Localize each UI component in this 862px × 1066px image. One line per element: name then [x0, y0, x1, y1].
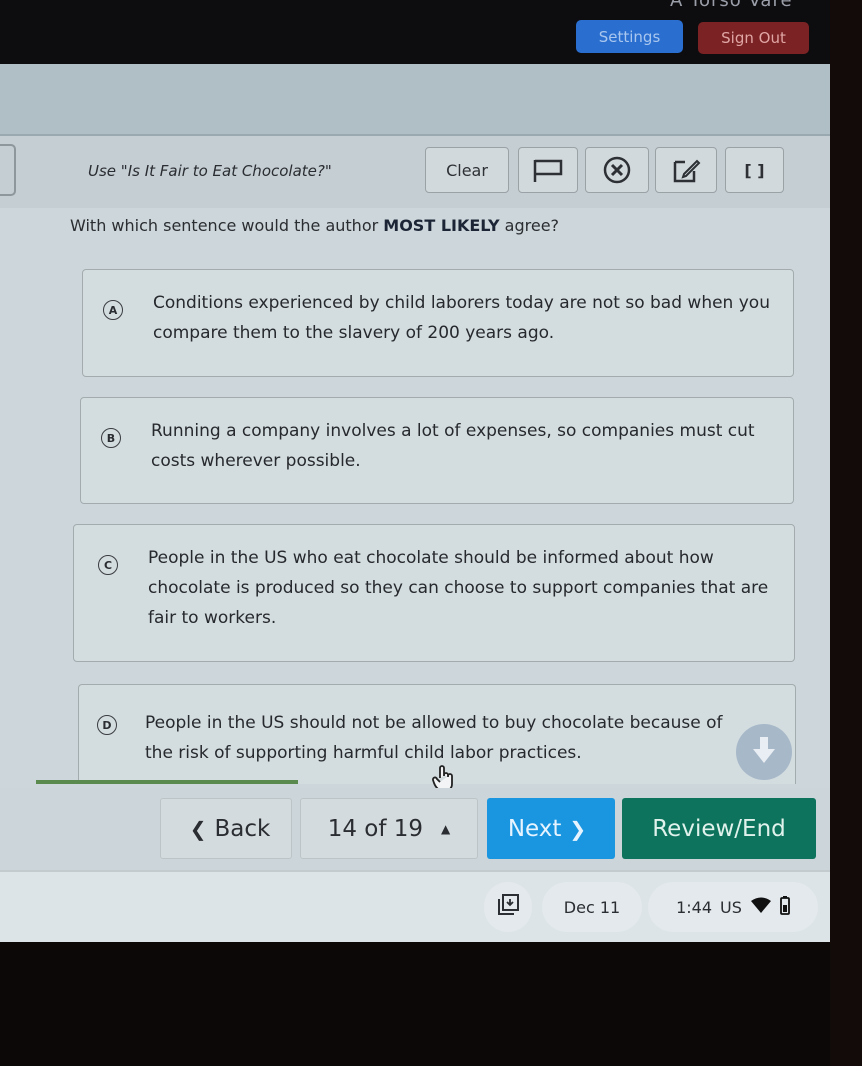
flag-icon [531, 157, 565, 183]
taskbar: Dec 11 1:44 US [0, 870, 833, 942]
caret-up-icon: ▲ [441, 821, 451, 836]
back-button[interactable]: ❮ Back [160, 798, 292, 859]
progress-bar [36, 780, 298, 784]
line-reader-icon: [ ] [744, 160, 765, 180]
question-emphasis: MOST LIKELY [383, 216, 500, 235]
line-reader-button[interactable]: [ ] [725, 147, 784, 193]
choice-letter-c: C [98, 555, 118, 575]
choice-text-a: Conditions experienced by child laborers… [153, 293, 770, 343]
time-text: 1:44 [676, 897, 713, 917]
navigation-bar: ❮ Back 14 of 19 ▲ Next ❯ Review/End [0, 788, 833, 870]
choice-text-d: People in the US should not be allowed t… [145, 713, 723, 763]
page-selector[interactable]: 14 of 19 ▲ [300, 798, 478, 859]
passage-label: Use "Is It Fair to Eat Chocolate?" [88, 162, 332, 180]
choice-letter-d: D [97, 715, 117, 735]
settings-button[interactable]: Settings [576, 20, 683, 53]
toolbar: Use "Is It Fair to Eat Chocolate?" Clear… [0, 136, 833, 208]
chevron-right-icon: ❯ [569, 816, 587, 841]
choice-b[interactable]: B Running a company involves a lot of ex… [80, 397, 794, 504]
screen-capture-button[interactable] [484, 882, 532, 932]
eliminate-button[interactable] [585, 147, 649, 193]
note-button[interactable] [655, 147, 717, 193]
locale-text: US [720, 897, 742, 917]
screen-capture-icon [495, 892, 521, 922]
choice-letter-a: A [103, 300, 123, 320]
banner [0, 64, 833, 136]
scroll-down-button[interactable] [736, 724, 792, 780]
eliminate-icon [602, 155, 632, 185]
top-header: A Torso Vare Settings Sign Out [0, 0, 862, 66]
question-stem: With which sentence would the author MOS… [70, 216, 559, 235]
question-suffix: agree? [499, 216, 560, 235]
sign-out-button[interactable]: Sign Out [698, 22, 809, 54]
choice-a[interactable]: A Conditions experienced by child labore… [82, 269, 794, 377]
choice-letter-b: B [101, 428, 121, 448]
header-partial-text: A Torso Vare [670, 0, 793, 11]
back-label: Back [214, 815, 271, 842]
test-screen: Use "Is It Fair to Eat Chocolate?" Clear… [0, 64, 833, 942]
arrow-down-icon [751, 735, 777, 769]
screen-bezel [830, 0, 862, 1066]
question-prefix: With which sentence would the author [70, 216, 384, 235]
date-text: Dec 11 [563, 897, 621, 917]
wifi-icon [750, 897, 772, 917]
chevron-left-icon: ❮ [189, 816, 207, 841]
date-button[interactable]: Dec 11 [542, 882, 642, 932]
battery-icon [780, 895, 790, 919]
choice-text-b: Running a company involves a lot of expe… [151, 421, 755, 471]
note-icon [671, 156, 701, 184]
next-button[interactable]: Next ❯ [487, 798, 615, 859]
status-tray[interactable]: 1:44 US [648, 882, 818, 932]
choice-text-c: People in the US who eat chocolate shoul… [148, 548, 769, 628]
page-indicator: 14 of 19 [327, 815, 424, 842]
next-label: Next [507, 815, 562, 842]
flag-button[interactable] [518, 147, 578, 193]
choice-c[interactable]: C People in the US who eat chocolate sho… [73, 524, 795, 662]
review-end-button[interactable]: Review/End [622, 798, 816, 859]
passage-toggle[interactable] [0, 144, 16, 196]
clear-button[interactable]: Clear [425, 147, 509, 193]
